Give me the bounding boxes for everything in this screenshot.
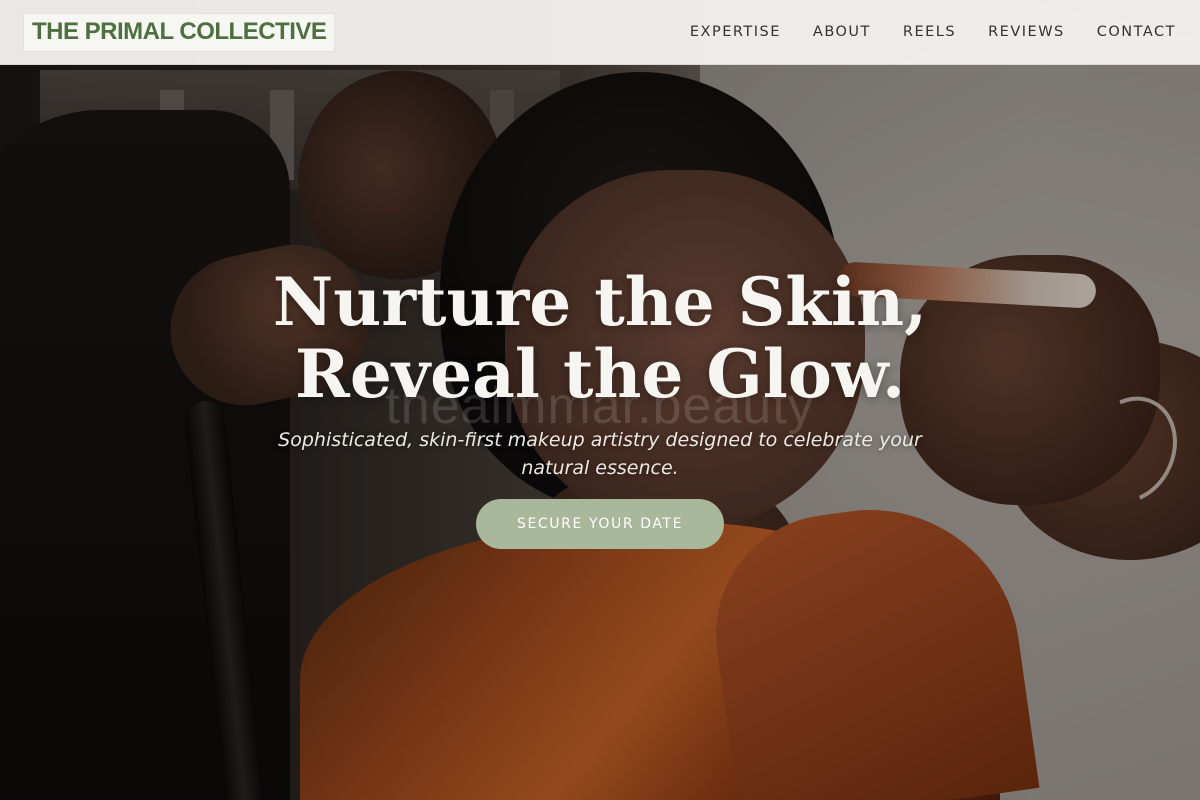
site-header: THE PRIMAL COLLECTIVE EXPERTISE ABOUT RE…	[0, 0, 1200, 65]
secure-your-date-button[interactable]: SECURE YOUR DATE	[476, 499, 724, 549]
nav-link-reviews[interactable]: REVIEWS	[988, 24, 1065, 40]
hero-headline: Nurture the Skin, Reveal the Glow.	[0, 266, 1200, 410]
main-nav: EXPERTISE ABOUT REELS REVIEWS CONTACT	[690, 24, 1176, 40]
nav-link-about[interactable]: ABOUT	[813, 24, 871, 40]
logo-text: THE PRIMAL COLLECTIVE	[32, 18, 327, 45]
nav-link-reels[interactable]: REELS	[903, 24, 956, 40]
hero-headline-line-2: Reveal the Glow.	[294, 335, 906, 413]
hero-headline-line-1: Nurture the Skin,	[272, 263, 928, 341]
site-logo[interactable]: THE PRIMAL COLLECTIVE	[24, 13, 335, 51]
nav-link-contact[interactable]: CONTACT	[1097, 24, 1176, 40]
hero-subtitle: Sophisticated, skin-first makeup artistr…	[278, 429, 922, 479]
nav-link-expertise[interactable]: EXPERTISE	[690, 24, 781, 40]
